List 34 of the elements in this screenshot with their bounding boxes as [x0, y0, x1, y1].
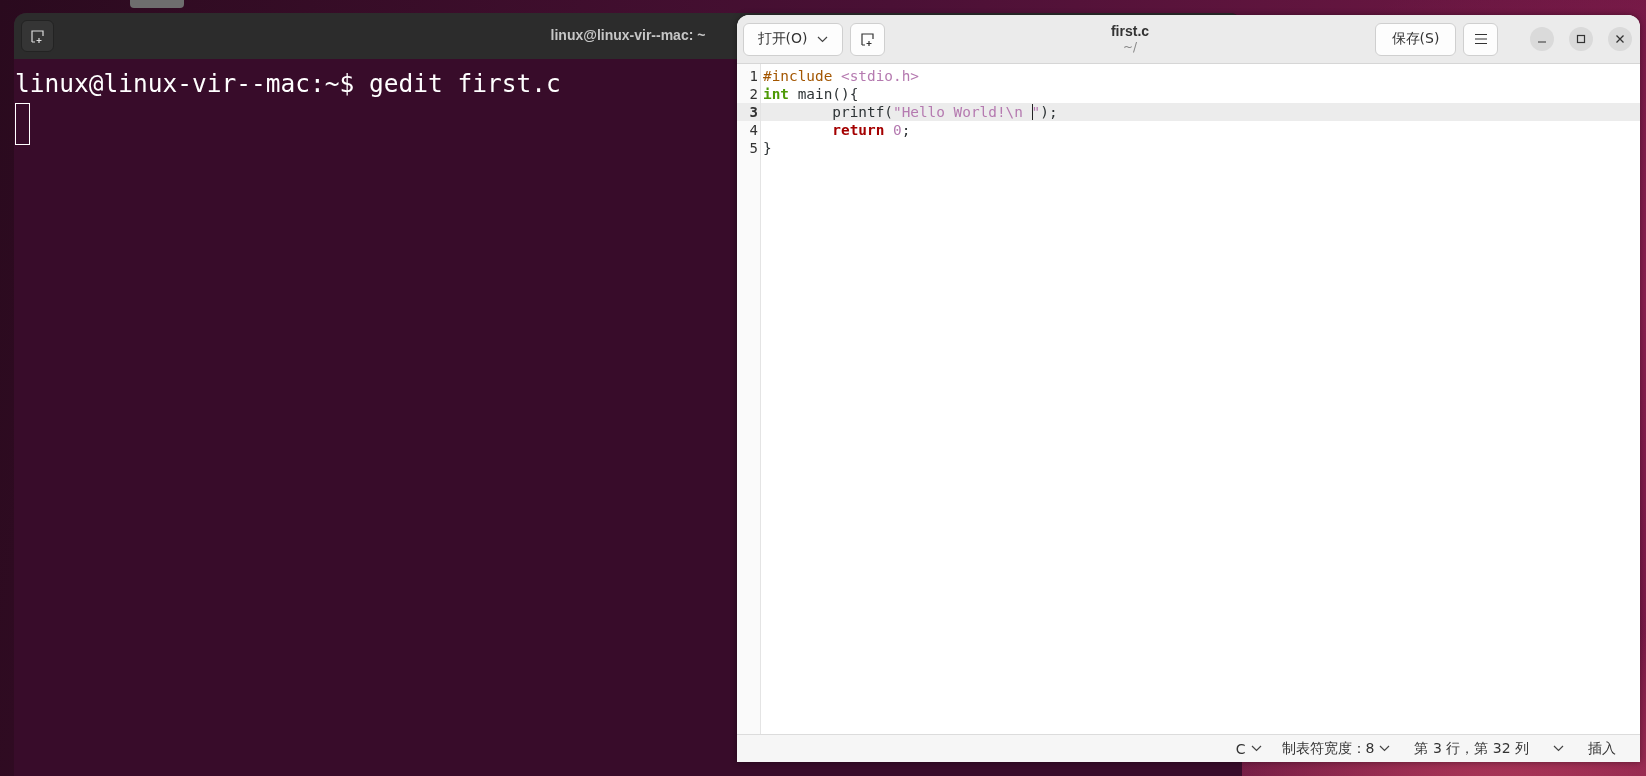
close-icon — [1615, 34, 1625, 44]
close-button[interactable] — [1608, 27, 1632, 51]
menu-button[interactable] — [1463, 22, 1498, 56]
line-number: 5 — [748, 139, 759, 157]
terminal-line: linux@linux-vir--mac:~$ gedit first.c — [15, 69, 561, 99]
status-text: 插入 — [1587, 739, 1617, 758]
chevron-down-icon — [817, 35, 829, 43]
code-line: int main(){ — [762, 85, 860, 103]
line-number: 2 — [748, 85, 759, 103]
window-title: linux@linux-vir--mac: ~ — [550, 27, 706, 43]
status-text: 第 3 行，第 32 列 — [1413, 739, 1530, 758]
menu-icon — [1473, 33, 1488, 45]
window-title: first.c — [1110, 23, 1150, 39]
code-line: return 0; — [831, 121, 912, 139]
chevron-down-icon — [1379, 745, 1391, 752]
maximize-icon — [1576, 34, 1586, 44]
code-line: } — [762, 139, 773, 157]
open-button[interactable]: 打开(O) — [743, 22, 843, 56]
file-path: ~/ — [1122, 39, 1138, 55]
new-tab-icon — [859, 31, 876, 47]
minimize-button[interactable] — [1530, 27, 1554, 51]
line-number: 3 — [737, 103, 760, 121]
save-button[interactable]: 保存(S) — [1375, 22, 1456, 56]
chevron-down-icon — [1553, 745, 1564, 752]
maximize-button[interactable] — [1569, 27, 1593, 51]
line-number: 1 — [748, 67, 759, 85]
new-tab-button[interactable] — [21, 20, 54, 52]
line-number: 4 — [748, 121, 759, 139]
minimize-icon — [1538, 41, 1546, 43]
code-line: #include <stdio.h> — [762, 67, 920, 85]
dropdown-button[interactable]: 制表符宽度：8 — [1271, 739, 1401, 758]
chevron-down-icon — [1250, 745, 1262, 752]
new-tab-icon — [29, 28, 46, 44]
dropdown-button[interactable]: C — [1225, 740, 1272, 757]
